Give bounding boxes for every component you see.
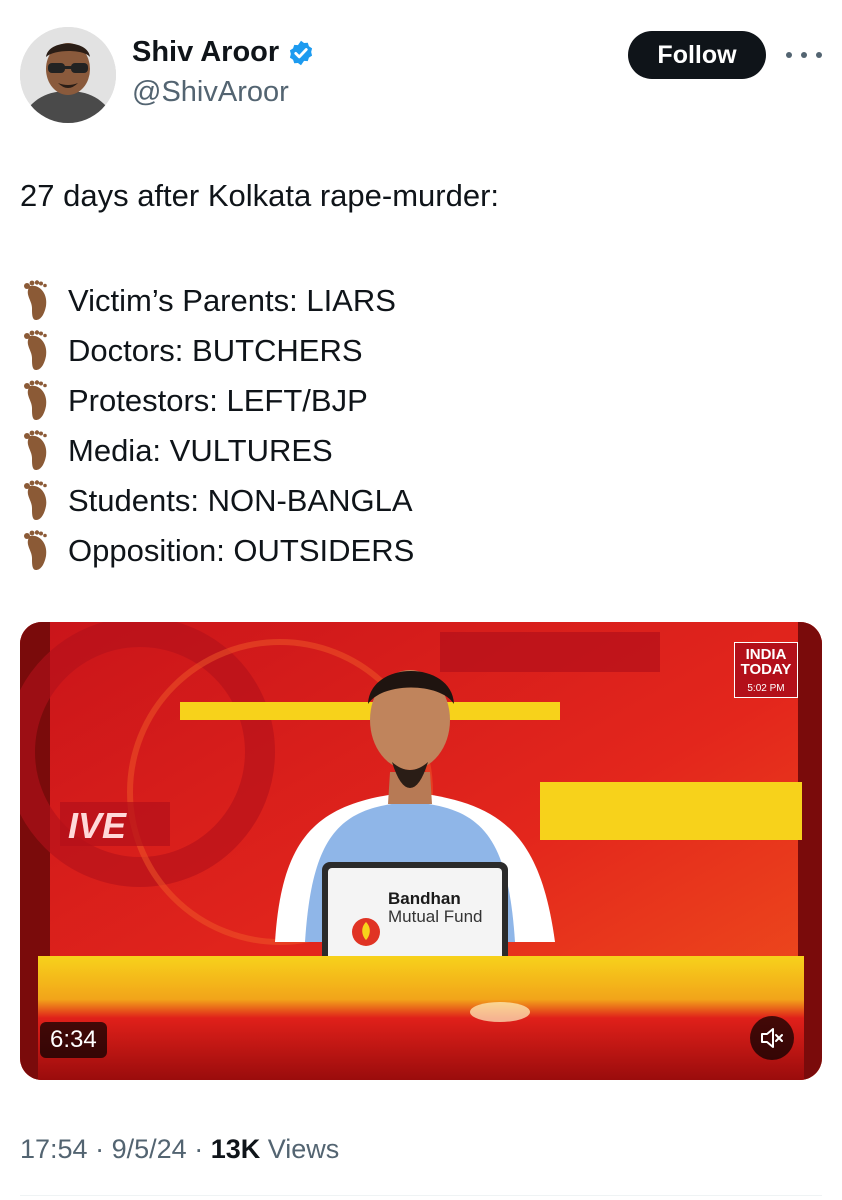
list-item-text: Media: VULTURES [68, 433, 333, 468]
tweet-time[interactable]: 17:54 [20, 1134, 88, 1164]
list-item: Victim’s Parents: LIARS [20, 276, 414, 326]
tweet-date[interactable]: 9/5/24 [112, 1134, 187, 1164]
foot-emoji-icon [24, 330, 47, 370]
verified-badge-icon [290, 40, 313, 65]
views-label: Views [267, 1134, 340, 1164]
author-name-row[interactable]: Shiv Aroor [132, 36, 315, 69]
channel-logo-line2: TODAY [740, 661, 792, 678]
sponsor-line1: Bandhan [388, 889, 461, 908]
channel-time: 5:02 PM [747, 683, 785, 694]
foot-emoji-icon [24, 480, 47, 520]
video-frame: IVE [20, 622, 822, 1080]
list-item-text: Protestors: LEFT/BJP [68, 383, 368, 418]
divider [20, 1195, 822, 1196]
list-item-text: Doctors: BUTCHERS [68, 333, 363, 368]
mute-button[interactable] [750, 1016, 794, 1060]
speaker-muted-icon [761, 1028, 783, 1048]
list-item: Opposition: OUTSIDERS [20, 526, 414, 576]
tweet-meta: 17:54 · 9/5/24 · 13K Views [20, 1134, 339, 1165]
list-item-text: Students: NON-BANGLA [68, 483, 413, 518]
author-handle[interactable]: @ShivAroor [132, 76, 289, 109]
more-horizontal-icon[interactable] [786, 40, 822, 70]
foot-emoji-icon [24, 430, 47, 470]
tweet-intro: 27 days after Kolkata rape-murder: [20, 178, 500, 213]
author-name[interactable]: Shiv Aroor [132, 36, 279, 69]
meta-separator: · [194, 1134, 204, 1164]
channel-logo: INDIA TODAY 5:02 PM [734, 642, 798, 698]
list-item: Protestors: LEFT/BJP [20, 376, 414, 426]
svg-text:IVE: IVE [68, 805, 127, 846]
video-player[interactable]: IVE INDIA TODAY 5:02 PM Bandhan Mutual F… [20, 622, 822, 1080]
foot-emoji-icon [24, 280, 47, 320]
views-count: 13K [210, 1134, 261, 1164]
tweet-list: Victim’s Parents: LIARS Doctors: BUTCHER… [20, 276, 414, 576]
foot-emoji-icon [24, 530, 47, 570]
list-item: Students: NON-BANGLA [20, 476, 414, 526]
list-item-text: Victim’s Parents: LIARS [68, 283, 396, 318]
list-item: Media: VULTURES [20, 426, 414, 476]
author-avatar[interactable] [20, 27, 116, 123]
video-duration: 6:34 [40, 1022, 107, 1058]
sponsor-line2: Mutual Fund [388, 907, 483, 926]
list-item: Doctors: BUTCHERS [20, 326, 414, 376]
list-item-text: Opposition: OUTSIDERS [68, 533, 415, 568]
foot-emoji-icon [24, 380, 47, 420]
meta-separator: · [95, 1134, 105, 1164]
sponsor-label: Bandhan Mutual Fund [388, 890, 483, 926]
follow-button[interactable]: Follow [628, 31, 766, 79]
